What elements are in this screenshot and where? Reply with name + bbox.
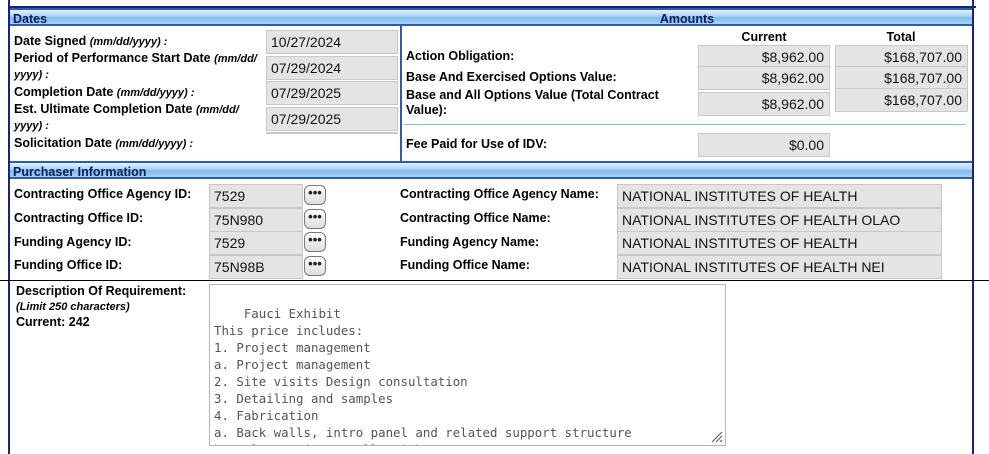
co-id-label: Contracting Office ID: xyxy=(14,211,144,225)
amounts-separator xyxy=(404,124,966,125)
est-ultimate-label-text: Est. Ultimate Completion Date xyxy=(14,102,193,116)
amounts-section-header: Amounts xyxy=(402,8,972,26)
top-border xyxy=(10,0,976,8)
est-ultimate-hint-1: (mm/dd/ xyxy=(195,104,239,116)
full-width-rule xyxy=(0,280,989,281)
funding-agency-name-field[interactable]: NATIONAL INSTITUTES OF HEALTH xyxy=(617,231,942,255)
description-char-count: Current: 242 xyxy=(16,315,90,329)
base-exercised-total[interactable]: $168,707.00 xyxy=(835,66,968,90)
fee-idv-current[interactable]: $0.00 xyxy=(698,133,830,157)
pop-start-field[interactable]: 07/29/2024 xyxy=(266,56,398,80)
description-label: Description Of Requirement: (Limit 250 c… xyxy=(16,284,186,330)
co-name-label: Contracting Office Name: xyxy=(400,211,551,225)
completion-date-label-text: Completion Date xyxy=(14,85,114,99)
co-id-lookup-button[interactable]: ••• xyxy=(304,209,326,229)
description-label-text: Description Of Requirement: xyxy=(16,284,187,298)
solicitation-date-label: Solicitation Date (mm/dd/yyyy) : xyxy=(14,136,193,152)
funding-agency-id-label: Funding Agency ID: xyxy=(14,235,132,249)
co-agency-name-label: Contracting Office Agency Name: xyxy=(400,187,599,201)
base-all-options-current[interactable]: $8,962.00 xyxy=(698,92,830,116)
dates-section-header: Dates xyxy=(10,8,402,26)
description-text: Fauci Exhibit This price includes: 1. Pr… xyxy=(214,306,632,445)
date-signed-hint: (mm/dd/yyyy) : xyxy=(89,36,168,48)
funding-office-id-field[interactable]: 75N98B xyxy=(209,255,303,279)
section-divider xyxy=(400,26,402,161)
base-all-options-label-2: Value): xyxy=(406,103,447,117)
funding-office-name-label: Funding Office Name: xyxy=(400,258,530,272)
base-exercised-current[interactable]: $8,962.00 xyxy=(698,66,830,90)
co-agency-id-label: Contracting Office Agency ID: xyxy=(14,187,192,201)
pop-start-hint-1: (mm/dd/ xyxy=(214,53,257,65)
co-agency-name-field[interactable]: NATIONAL INSTITUTES OF HEALTH xyxy=(617,184,942,208)
solicitation-date-label-text: Solicitation Date xyxy=(14,136,112,150)
funding-office-id-lookup-button[interactable]: ••• xyxy=(304,256,326,276)
pop-start-label-text: Period of Performance Start Date xyxy=(14,51,211,65)
funding-agency-name-label: Funding Agency Name: xyxy=(400,235,540,249)
fee-idv-label: Fee Paid for Use of IDV: xyxy=(406,137,548,151)
completion-date-label: Completion Date (mm/dd/yyyy) : xyxy=(14,85,194,101)
pop-start-label: Period of Performance Start Date (mm/dd/… xyxy=(14,51,264,83)
funding-office-name-field[interactable]: NATIONAL INSTITUTES OF HEALTH NEI xyxy=(617,255,942,279)
co-id-field[interactable]: 75N980 xyxy=(209,208,303,232)
est-ultimate-label: Est. Ultimate Completion Date (mm/dd/ yy… xyxy=(14,102,264,134)
solicitation-date-field[interactable] xyxy=(266,132,398,134)
base-exercised-label: Base And Exercised Options Value: xyxy=(406,70,617,84)
co-agency-id-field[interactable]: 7529 xyxy=(209,184,303,208)
completion-date-field[interactable]: 07/29/2025 xyxy=(266,81,398,105)
base-all-options-label: Base and All Options Value (Total Contra… xyxy=(406,88,696,118)
co-name-field[interactable]: NATIONAL INSTITUTES OF HEALTH OLAO xyxy=(617,208,942,232)
solicitation-date-hint: (mm/dd/yyyy) : xyxy=(115,138,194,150)
action-obligation-label: Action Obligation: xyxy=(406,49,515,63)
date-signed-label: Date Signed (mm/dd/yyyy) : xyxy=(14,34,167,50)
contract-form-frame: Dates Amounts Date Signed (mm/dd/yyyy) :… xyxy=(8,0,976,454)
description-limit: (Limit 250 characters) xyxy=(16,301,130,313)
base-all-options-label-1: Base and All Options Value (Total Contra… xyxy=(406,88,659,102)
amounts-current-header: Current xyxy=(741,30,787,44)
funding-office-id-label: Funding Office ID: xyxy=(14,258,123,272)
resize-grip-icon[interactable] xyxy=(709,429,723,443)
pop-start-hint-2: yyyy) : xyxy=(14,69,49,81)
date-signed-label-text: Date Signed xyxy=(14,34,87,48)
date-signed-field[interactable]: 10/27/2024 xyxy=(266,30,398,54)
est-ultimate-field[interactable]: 07/29/2025 xyxy=(266,107,398,131)
description-textarea[interactable]: Fauci Exhibit This price includes: 1. Pr… xyxy=(209,284,726,446)
purchaser-section-header: Purchaser Information xyxy=(10,161,972,179)
co-agency-id-lookup-button[interactable]: ••• xyxy=(304,185,326,205)
base-all-options-total[interactable]: $168,707.00 xyxy=(835,88,968,112)
completion-date-hint: (mm/dd/yyyy) : xyxy=(116,87,195,99)
amounts-total-header: Total xyxy=(886,30,916,44)
funding-agency-id-lookup-button[interactable]: ••• xyxy=(304,232,326,252)
est-ultimate-hint-2: yyyy) : xyxy=(14,120,49,132)
funding-agency-id-field[interactable]: 7529 xyxy=(209,231,303,255)
